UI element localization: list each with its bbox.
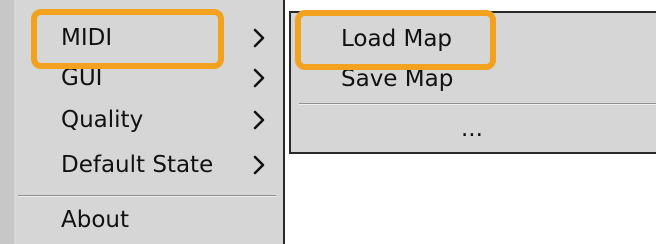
submenu-divider bbox=[299, 103, 656, 105]
menu-item-label: MIDI bbox=[61, 25, 113, 51]
menu-item-about[interactable]: About bbox=[0, 200, 283, 240]
chevron-right-icon bbox=[253, 68, 265, 88]
menu-item-quality[interactable]: Quality bbox=[0, 100, 283, 140]
screen: MIDI GUI Quality Default State About Loa… bbox=[0, 0, 656, 244]
menu-item-label: Default State bbox=[61, 152, 214, 178]
submenu-item-label: Load Map bbox=[341, 26, 453, 52]
menu-item-label: GUI bbox=[61, 65, 103, 91]
chevron-right-icon bbox=[253, 110, 265, 130]
menu-item-label: Quality bbox=[61, 107, 144, 133]
menu-item-gui[interactable]: GUI bbox=[0, 58, 283, 98]
menu-item-default-state[interactable]: Default State bbox=[0, 145, 283, 185]
midi-submenu: Load Map Save Map ... bbox=[289, 11, 656, 154]
chevron-right-icon bbox=[253, 28, 265, 48]
context-menu: MIDI GUI Quality Default State About bbox=[0, 0, 285, 244]
submenu-item-save-map[interactable]: Save Map bbox=[291, 59, 656, 99]
chevron-right-icon bbox=[253, 155, 265, 175]
submenu-item-label: Save Map bbox=[341, 66, 454, 92]
menu-divider bbox=[18, 195, 276, 197]
menu-item-midi[interactable]: MIDI bbox=[0, 18, 283, 58]
submenu-item-label: ... bbox=[461, 116, 483, 142]
menu-item-label: About bbox=[61, 207, 130, 233]
submenu-item-load-map[interactable]: Load Map bbox=[291, 19, 656, 59]
submenu-item-more[interactable]: ... bbox=[291, 109, 656, 149]
